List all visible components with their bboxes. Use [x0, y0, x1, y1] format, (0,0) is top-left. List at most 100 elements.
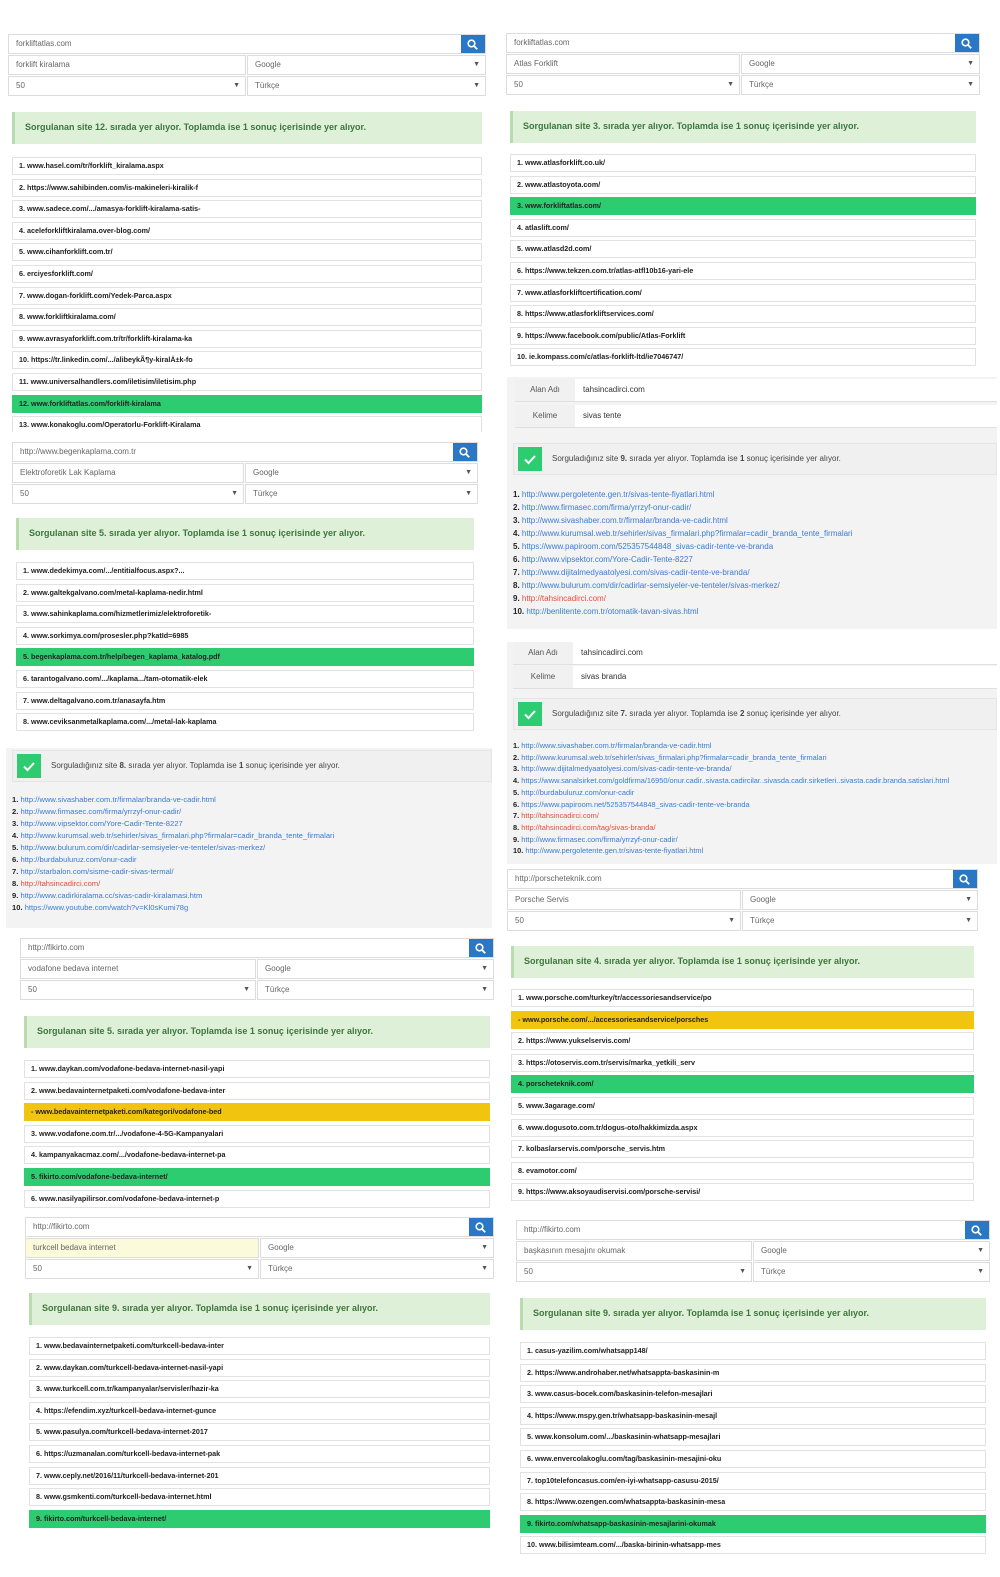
site-url-input[interactable]: http://fikirto.com	[516, 1220, 990, 1240]
engine-select[interactable]: Google ▼	[260, 1238, 494, 1258]
search-button[interactable]	[955, 34, 979, 52]
matched-link[interactable]: 8. http://tahsincadirci.com/tag/sivas-br…	[513, 822, 991, 834]
result-row[interactable]: 1. www.dedekimya.com/.../entitialfocus.a…	[16, 562, 474, 580]
result-row[interactable]: 2. www.atlastoyota.com/	[510, 175, 976, 194]
result-row[interactable]: 6. tarantogalvano.com/.../kaplama.../tam…	[16, 669, 474, 688]
result-row[interactable]: 7. www.atlasforkliftcertification.com/	[510, 283, 976, 302]
result-row[interactable]: 2. https://www.sahibinden.com/is-makinel…	[12, 178, 482, 197]
engine-select[interactable]: Google ▼	[257, 959, 494, 979]
result-row[interactable]: 9. www.avrasyaforklift.com.tr/tr/forklif…	[12, 329, 482, 348]
result-row[interactable]: 5. www.atlasd2d.com/	[510, 240, 976, 259]
matched-result-row[interactable]: 9. fikirto.com/whatsapp-baskasinin-mesaj…	[520, 1514, 986, 1533]
result-row[interactable]: 4. https://efendim.xyz/turkcell-bedava-i…	[29, 1401, 490, 1420]
result-row[interactable]: 2. https://www.yukselservis.com/	[511, 1032, 974, 1051]
matched-result-row[interactable]: 3. www.forkliftatlas.com/	[510, 197, 976, 216]
result-link[interactable]: 7. http://www.dijitalmedyaatolyesi.com/s…	[513, 566, 991, 579]
engine-select[interactable]: Google ▼	[245, 463, 478, 483]
result-row[interactable]: 2. www.galtekgalvano.com/metal-kaplama-n…	[16, 583, 474, 602]
keyword-input[interactable]: başkasının mesajını okumak	[516, 1241, 752, 1261]
result-row[interactable]: 7. www.deltagalvano.com.tr/anasayfa.htm	[16, 691, 474, 710]
result-row[interactable]: 1. www.porsche.com/turkey/tr/accessories…	[511, 989, 974, 1007]
result-row[interactable]: 3. www.casus-bocek.com/baskasinin-telefo…	[520, 1385, 986, 1404]
result-row[interactable]: 10. www.bilisimteam.com/.../baska-birini…	[520, 1536, 986, 1555]
result-row[interactable]: 11. www.universalhandlers.com/iletisim/i…	[12, 372, 482, 391]
result-row[interactable]: 8. https://www.ozengen.com/whatsappta-ba…	[520, 1493, 986, 1512]
result-row[interactable]: 4. www.sorkimya.com/prosesler.php?katId=…	[16, 626, 474, 645]
result-row[interactable]: 6. www.dogusoto.com.tr/dogus-oto/hakkimi…	[511, 1118, 974, 1137]
language-select[interactable]: Türkçe ▼	[260, 1259, 494, 1279]
language-select[interactable]: Türkçe ▼	[245, 484, 478, 504]
result-link[interactable]: 6. http://www.vipsektor.com/Yore-Cadir-T…	[513, 553, 991, 566]
result-row[interactable]: 8. https://www.atlasforkliftservices.com…	[510, 305, 976, 324]
count-select[interactable]: 50 ▼	[507, 911, 741, 931]
site-url-input[interactable]: forkliftatlas.com	[8, 34, 486, 54]
language-select[interactable]: Türkçe ▼	[741, 75, 980, 95]
result-link[interactable]: 3. http://www.vipsektor.com/Yore-Cadir-T…	[12, 818, 486, 830]
result-row[interactable]: 6. www.envercolakoglu.com/tag/baskasinin…	[520, 1449, 986, 1468]
result-link[interactable]: 2. http://www.firmasec.com/firma/yrrzyf-…	[12, 806, 486, 818]
result-link[interactable]: 5. http://burdabuluruz.com/onur-cadir	[513, 787, 991, 799]
result-row[interactable]: 8. www.forkliftkiralama.com/	[12, 308, 482, 327]
result-row[interactable]: 1. www.bedavainternetpaketi.com/turkcell…	[29, 1337, 490, 1355]
keyword-input[interactable]: Atlas Forklift	[506, 54, 740, 74]
result-link[interactable]: 6. https://www.papiroom.net/525357544848…	[513, 799, 991, 811]
result-row[interactable]: 6. www.nasilyapilirsor.com/vodafone-beda…	[24, 1189, 490, 1208]
result-link[interactable]: 3. http://www.sivashaber.com.tr/firmalar…	[513, 514, 991, 527]
site-url-input[interactable]: forkliftatlas.com	[506, 33, 980, 53]
matched-result-row[interactable]: 12. www.forkliftatlas.com/forklift-kiral…	[12, 394, 482, 413]
result-row[interactable]: 9. https://www.facebook.com/public/Atlas…	[510, 326, 976, 345]
result-row[interactable]: 4. aceleforkliftkiralama.over-blog.com/	[12, 221, 482, 240]
keyword-input[interactable]: Elektroforetik Lak Kaplama	[12, 463, 244, 483]
matched-link[interactable]: 8. http://tahsincadirci.com/	[12, 878, 486, 890]
result-row[interactable]: 7. www.dogan-forklift.com/Yedek-Parca.as…	[12, 286, 482, 305]
sub-result-row[interactable]: - www.porsche.com/.../accessoriesandserv…	[511, 1010, 974, 1029]
language-select[interactable]: Türkçe ▼	[247, 76, 486, 96]
result-row[interactable]: 6. https://uzmanalan.com/turkcell-bedava…	[29, 1444, 490, 1463]
result-row[interactable]: 2. https://www.androhaber.net/whatsappta…	[520, 1363, 986, 1382]
keyword-value[interactable]: sivas tente	[575, 405, 997, 427]
search-button[interactable]	[453, 443, 477, 461]
result-row[interactable]: 2. www.bedavainternetpaketi.com/vodafone…	[24, 1081, 490, 1100]
result-link[interactable]: 5. http://www.bulurum.com/dir/cadirlar-s…	[12, 842, 486, 854]
sub-result-row[interactable]: - www.bedavainternetpaketi.com/kategori/…	[24, 1103, 490, 1122]
result-row[interactable]: 7. kolbaslarservis.com/porsche_servis.ht…	[511, 1140, 974, 1159]
result-row[interactable]: 10. ie.kompass.com/c/atlas-forklift-ltd/…	[510, 348, 976, 367]
count-select[interactable]: 50 ▼	[516, 1262, 752, 1282]
domain-value[interactable]: tahsincadirci.com	[573, 642, 997, 664]
result-row[interactable]: 8. www.gsmkenti.com/turkcell-bedava-inte…	[29, 1488, 490, 1507]
result-row[interactable]: 3. https://otoservis.com.tr/servis/marka…	[511, 1053, 974, 1072]
result-link[interactable]: 10. http://benlitente.com.tr/otomatik-ta…	[513, 605, 991, 618]
engine-select[interactable]: Google ▼	[247, 55, 486, 75]
result-link[interactable]: 4. https://www.sanalsirket.com/goldfirma…	[513, 775, 991, 787]
language-select[interactable]: Türkçe ▼	[257, 980, 494, 1000]
result-row[interactable]: 5. www.cihanforklift.com.tr/	[12, 243, 482, 262]
site-url-input[interactable]: http://porscheteknik.com	[507, 869, 978, 889]
result-row[interactable]: 6. https://www.tekzen.com.tr/atlas-atfl1…	[510, 261, 976, 280]
result-row[interactable]: 6. erciyesforklift.com/	[12, 264, 482, 283]
result-row[interactable]: 2. www.daykan.com/turkcell-bedava-intern…	[29, 1358, 490, 1377]
keyword-input[interactable]: Porsche Servis	[507, 890, 741, 910]
result-row[interactable]: 5. www.pasulya.com/turkcell-bedava-inter…	[29, 1423, 490, 1442]
result-row[interactable]: 1. www.daykan.com/vodafone-bedava-intern…	[24, 1060, 490, 1078]
keyword-input[interactable]: vodafone bedava internet	[20, 959, 256, 979]
domain-value[interactable]: tahsincadirci.com	[575, 379, 997, 401]
result-row[interactable]: 3. www.sahinkaplama.com/hizmetlerimiz/el…	[16, 605, 474, 624]
result-link[interactable]: 1. http://www.sivashaber.com.tr/firmalar…	[12, 794, 486, 806]
count-select[interactable]: 50 ▼	[8, 76, 246, 96]
result-link[interactable]: 2. http://www.firmasec.com/firma/yrrzyf-…	[513, 501, 991, 514]
matched-result-row[interactable]: 5. begenkaplama.com.tr/help/begen_kaplam…	[16, 648, 474, 667]
result-row[interactable]: 8. www.ceviksanmetalkaplama.com/.../meta…	[16, 713, 474, 732]
matched-result-row[interactable]: 4. porscheteknik.com/	[511, 1075, 974, 1094]
site-url-input[interactable]: http://fikirto.com	[20, 938, 494, 958]
keyword-value[interactable]: sivas branda	[573, 666, 997, 688]
result-link[interactable]: 7. http://starbalon.com/sisme-cadir-siva…	[12, 866, 486, 878]
matched-link[interactable]: 7. http://tahsincadirci.com/	[513, 810, 991, 822]
result-link[interactable]: 5. https://www.papiroom.com/525357544848…	[513, 540, 991, 553]
result-row[interactable]: 3. www.turkcell.com.tr/kampanyalar/servi…	[29, 1380, 490, 1399]
result-link[interactable]: 10. http://www.pergoletente.gen.tr/sivas…	[513, 845, 991, 857]
result-link[interactable]: 9. http://www.firmasec.com/firma/yrrzyf-…	[513, 834, 991, 846]
result-row[interactable]: 3. www.vodafone.com.tr/.../vodafone-4-5G…	[24, 1124, 490, 1143]
result-row[interactable]: 4. atlaslift.com/	[510, 218, 976, 237]
result-row[interactable]: 1. www.hasel.com/tr/forklift_kiralama.as…	[12, 157, 482, 175]
result-row[interactable]: 9. https://www.aksoyaudiservisi.com/pors…	[511, 1183, 974, 1202]
